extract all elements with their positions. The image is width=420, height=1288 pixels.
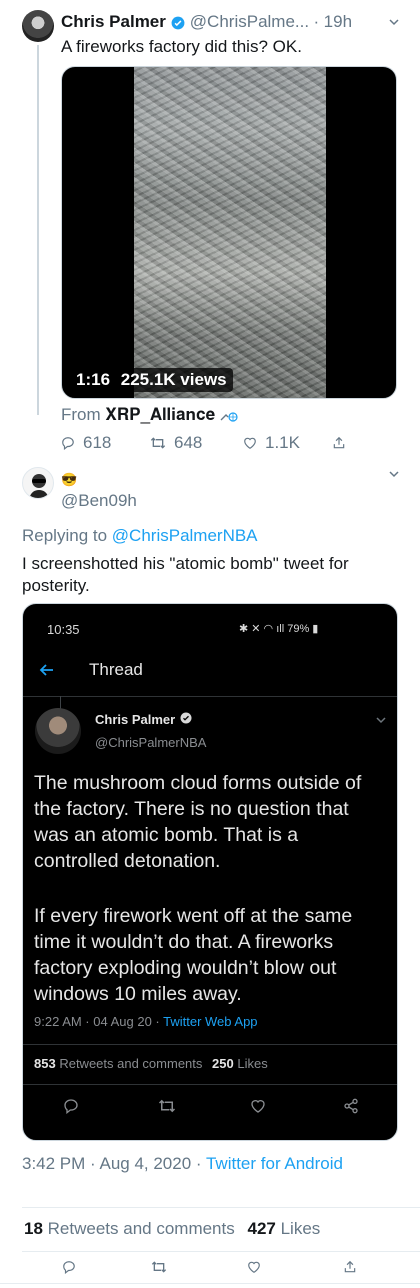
tweet-timestamp[interactable]: 3:42 PM · Aug 4, 2020 · xyxy=(22,1154,206,1173)
author-handle[interactable]: @ChrisPalme... xyxy=(190,12,309,31)
status-time: 10:35 xyxy=(47,622,80,637)
likes-label[interactable]: Likes xyxy=(281,1219,321,1238)
thread-line xyxy=(37,45,39,415)
embedded-meta-time: 9:22 AM · 04 Aug 20 · xyxy=(34,1014,164,1029)
tweet-menu-chevron-icon[interactable] xyxy=(388,16,400,28)
embedded-chevron-icon xyxy=(375,714,387,726)
author-name[interactable]: Chris Palmer xyxy=(61,12,166,31)
video-duration: 1:16 xyxy=(76,370,111,389)
like-count: 1.1K xyxy=(265,433,300,452)
likes-count[interactable]: 427 xyxy=(247,1219,275,1238)
tweet-menu-chevron-icon-2[interactable] xyxy=(388,468,400,480)
back-arrow-icon[interactable] xyxy=(39,662,55,678)
tweet-text: A fireworks factory did this? OK. xyxy=(61,37,302,56)
name-emoji[interactable]: 😎 xyxy=(61,472,77,488)
tweet-client-link[interactable]: Twitter for Android xyxy=(206,1154,343,1173)
reply-button[interactable] xyxy=(62,1260,76,1274)
embedded-paragraph-2: If every firework went off at the same t… xyxy=(34,905,353,1005)
author-handle-2[interactable]: @Ben09h xyxy=(61,491,137,511)
embedded-screenshot[interactable]: 10:35 ✱ ✕ ◠ ıll 79% ▮ Thread Chris Palme… xyxy=(22,603,398,1141)
embedded-share-icon xyxy=(343,1098,359,1114)
replying-to-link[interactable]: @ChrisPalmerNBA xyxy=(112,526,258,545)
replying-prefix: Replying to xyxy=(22,526,108,545)
retweet-count: 648 xyxy=(174,433,203,452)
avatar-ben09h[interactable] xyxy=(22,467,54,499)
embedded-name: Chris Palmer xyxy=(95,712,176,728)
video-player[interactable]: 1:16 225.1K views xyxy=(61,66,397,399)
share-icon[interactable] xyxy=(332,436,346,450)
dot-separator: · xyxy=(313,12,320,31)
reply-icon xyxy=(61,436,75,450)
embedded-handle: @ChrisPalmerNBA xyxy=(95,735,207,750)
from-prefix: From xyxy=(61,405,101,424)
avatar-chris-palmer[interactable] xyxy=(22,10,54,42)
embedded-like-label: Likes xyxy=(237,1056,268,1071)
retweet-icon xyxy=(150,436,166,450)
embedded-avatar xyxy=(35,708,81,754)
embedded-rt-count: 853 xyxy=(34,1056,56,1071)
like-action[interactable]: 1.1K xyxy=(243,433,300,453)
heart-icon xyxy=(243,436,257,450)
status-icons: ✱ ✕ ◠ ıll xyxy=(239,623,288,635)
verified-badge-icon xyxy=(171,16,185,30)
source-badge-icon xyxy=(220,410,238,422)
embedded-like-count: 250 xyxy=(212,1056,234,1071)
embedded-rt-label: Retweets and comments xyxy=(59,1056,203,1071)
from-source-link[interactable]: 𝐗𝐑𝐏_𝐀𝐥𝐥𝐢𝐚𝐧𝐜𝐞 xyxy=(105,405,215,424)
like-button[interactable] xyxy=(247,1260,261,1274)
embedded-meta-app: Twitter Web App xyxy=(163,1014,258,1029)
share-button[interactable] xyxy=(343,1260,357,1274)
retweets-label[interactable]: Retweets and comments xyxy=(48,1219,235,1238)
tweet-time[interactable]: 19h xyxy=(324,12,352,31)
tweet-text-2: I screenshotted his "atomic bomb" tweet … xyxy=(22,554,349,595)
embedded-retweet-icon xyxy=(158,1098,176,1114)
video-badge: 1:16 225.1K views xyxy=(70,368,233,392)
retweets-count[interactable]: 18 xyxy=(24,1219,43,1238)
retweet-button[interactable] xyxy=(151,1260,167,1274)
retweet-action[interactable]: 648 xyxy=(150,433,202,453)
embedded-paragraph-1: The mushroom cloud forms outside of the … xyxy=(34,772,362,872)
video-views: 225.1K views xyxy=(120,370,227,389)
embedded-reply-icon xyxy=(63,1098,79,1114)
embedded-heart-icon xyxy=(250,1098,266,1114)
video-frame xyxy=(134,67,326,398)
battery-icon: ▮ xyxy=(312,623,319,635)
thread-header: Thread xyxy=(89,660,143,679)
reply-count: 618 xyxy=(83,433,112,452)
battery-level: 79% xyxy=(287,623,310,635)
embedded-verified-icon xyxy=(180,711,192,729)
reply-action[interactable]: 618 xyxy=(61,433,111,453)
